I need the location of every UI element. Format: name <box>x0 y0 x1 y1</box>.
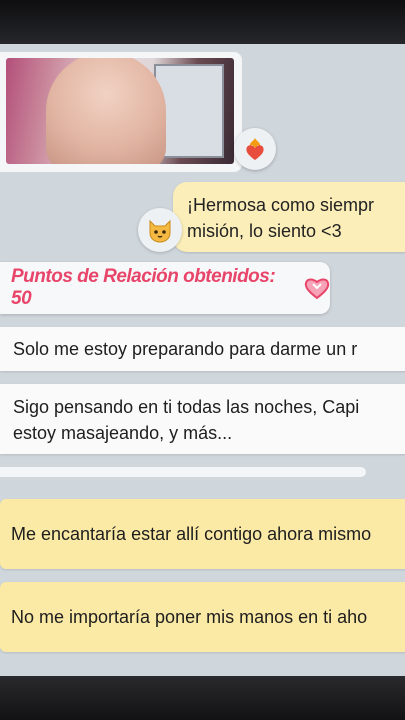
received-message-bubble[interactable]: Sigo pensando en ti todas las noches, Ca… <box>0 384 405 454</box>
reply-option-text: Me encantaría estar allí contigo ahora m… <box>11 524 372 544</box>
cat-face-icon <box>138 208 182 252</box>
sent-message-bubble[interactable]: ¡Hermosa como siempr misión, lo siento <… <box>173 182 405 252</box>
flaming-heart-icon <box>234 128 276 170</box>
bottom-bar <box>0 676 405 720</box>
heart-badge-icon <box>304 277 330 299</box>
relationship-points-banner: Puntos de Relación obtenidos: 50 <box>0 262 330 314</box>
sent-message-text: ¡Hermosa como siempr misión, lo siento <… <box>187 195 375 241</box>
chat-area[interactable]: ¡Hermosa como siempr misión, lo siento <… <box>0 44 405 676</box>
reply-option-text: No me importaría poner mis manos en ti a… <box>11 607 368 627</box>
photo-image[interactable] <box>6 58 234 164</box>
received-message-bubble[interactable]: Solo me estoy preparando para darme un r <box>0 327 405 371</box>
photo-figure <box>46 58 166 164</box>
reply-option-button[interactable]: No me importaría poner mis manos en ti a… <box>0 582 405 652</box>
photo-message[interactable] <box>0 52 242 172</box>
top-bar <box>0 0 405 44</box>
received-message-text: Solo me estoy preparando para darme un r <box>13 339 358 359</box>
reply-option-button[interactable]: Me encantaría estar allí contigo ahora m… <box>0 499 405 569</box>
received-message-text: Sigo pensando en ti todas las noches, Ca… <box>13 397 360 443</box>
relationship-points-label: Puntos de Relación obtenidos: 50 <box>11 266 276 309</box>
partial-message-bubble <box>0 467 366 477</box>
